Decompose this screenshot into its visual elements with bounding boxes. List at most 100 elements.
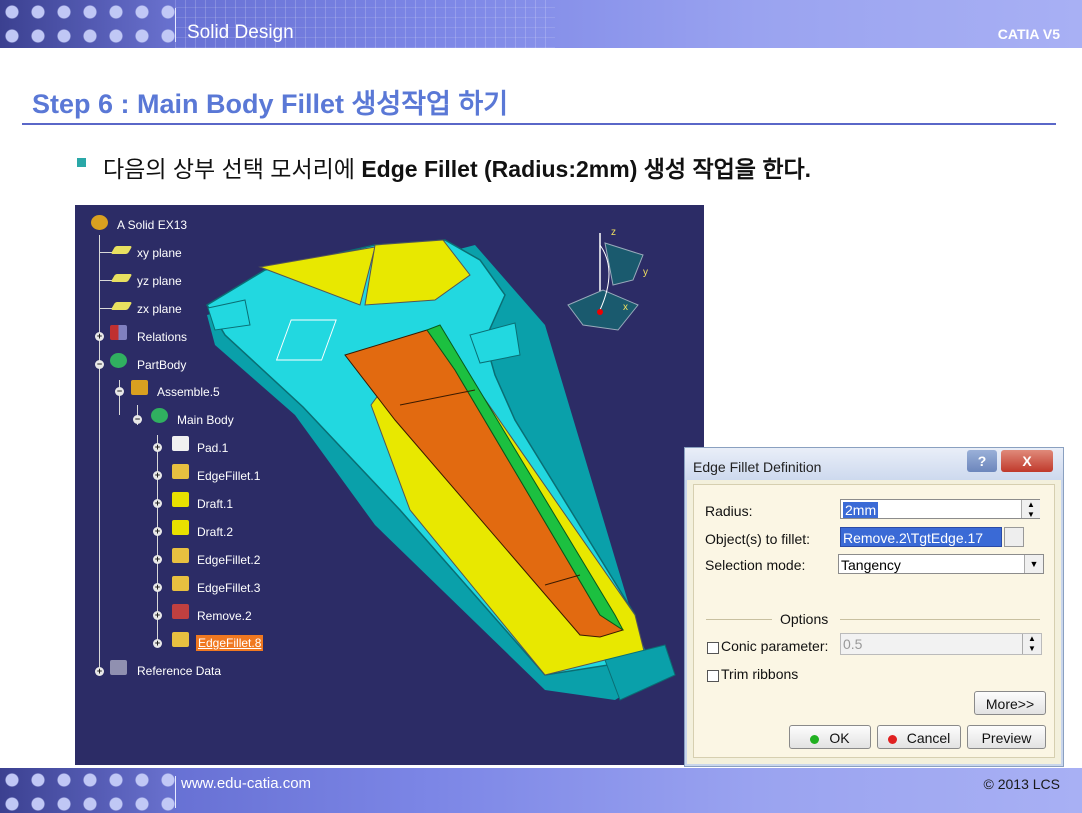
object-list-icon[interactable] [1004, 527, 1024, 547]
plane-icon [110, 302, 133, 310]
footer-band: www.edu-catia.com © 2013 LCS [0, 768, 1082, 813]
more-button[interactable]: More>> [974, 691, 1046, 715]
bullet-marker [77, 158, 86, 167]
title-rule [22, 123, 1056, 125]
radius-value: 2mm [843, 502, 879, 518]
dialog-title: Edge Fillet Definition [693, 459, 822, 475]
tree-item-pad[interactable]: Pad.1 [197, 440, 228, 456]
collapse-icon[interactable]: − [133, 415, 142, 424]
bullet-text: 다음의 상부 선택 모서리에 Edge Fillet (Radius:2mm) … [103, 150, 811, 184]
gear-icon [110, 353, 127, 368]
expand-icon[interactable]: + [153, 611, 162, 620]
header-product: CATIA V5 [997, 26, 1060, 42]
tree-item-edgefillet-1[interactable]: EdgeFillet.1 [197, 468, 260, 484]
collapse-icon[interactable]: − [115, 387, 124, 396]
expand-icon[interactable]: + [153, 583, 162, 592]
edge-fillet-dialog[interactable]: Edge Fillet Definition ? X Radius: 2mm ▲… [684, 447, 1064, 767]
compass-icon[interactable]: z y x [563, 225, 653, 345]
fillet-icon [172, 576, 189, 591]
footer-site: www.edu-catia.com [181, 775, 312, 792]
expand-icon[interactable]: + [153, 555, 162, 564]
ok-label: OK [829, 730, 850, 746]
radius-field[interactable]: 2mm [840, 499, 1040, 519]
compass-z-label: z [611, 227, 616, 238]
cancel-button[interactable]: Cancel [877, 725, 961, 749]
tree-root-label[interactable]: A Solid EX13 [117, 217, 187, 233]
expand-icon[interactable]: + [153, 639, 162, 648]
cancel-label: Cancel [906, 730, 951, 746]
draft-icon [172, 492, 189, 507]
trim-ribbons-checkbox[interactable] [707, 670, 719, 682]
footer-divider [175, 776, 176, 808]
footer-copyright: © 2013 LCS [983, 776, 1060, 792]
header-divider [175, 8, 176, 42]
tree-item-partbody[interactable]: PartBody [137, 357, 186, 373]
collapse-icon[interactable]: − [95, 360, 104, 369]
compass-x-label: x [623, 302, 628, 313]
radius-label: Radius: [705, 503, 753, 519]
tree-item-main-body[interactable]: Main Body [177, 412, 234, 428]
assemble-icon [131, 380, 148, 395]
catia-viewport[interactable]: z y x A Solid EX13 xy plane yz plane zx … [75, 205, 704, 765]
footer-pattern [0, 768, 175, 813]
compass-origin [597, 309, 603, 315]
relations-icon [110, 325, 127, 340]
chevron-down-icon[interactable]: ▼ [1024, 555, 1043, 573]
options-label: Options [780, 611, 829, 627]
ok-button[interactable]: OK [789, 725, 871, 749]
fillet-icon [172, 464, 189, 479]
objects-field[interactable]: Remove.2\TgtEdge.17 [840, 527, 1002, 547]
tree-item-edgefillet-2[interactable]: EdgeFillet.2 [197, 552, 260, 568]
ok-icon [810, 734, 820, 744]
header-pattern [0, 0, 175, 48]
tree-trunk [99, 235, 100, 675]
close-button[interactable]: X [1001, 450, 1053, 472]
options-rule-left [706, 619, 772, 620]
selection-mode-select[interactable]: Tangency [838, 554, 1044, 574]
options-rule-right [840, 619, 1040, 620]
header-title: Solid Design [187, 22, 294, 43]
bullet-text-pre: 다음의 상부 선택 모서리에 [103, 156, 362, 182]
radius-stepper[interactable]: ▲ ▼ [1021, 500, 1040, 519]
expand-icon[interactable]: + [153, 527, 162, 536]
spec-tree: A Solid EX13 xy plane yz plane zx plane … [75, 205, 315, 765]
expand-icon[interactable]: + [95, 667, 104, 676]
dialog-body: Radius: 2mm ▲ ▼ Object(s) to fillet: Remo… [693, 484, 1055, 758]
draft-icon [172, 520, 189, 535]
plane-icon [110, 246, 133, 254]
conic-field: 0.5 [840, 633, 1042, 655]
selection-mode-label: Selection mode: [705, 557, 806, 573]
tree-item-relations[interactable]: Relations [137, 329, 187, 345]
expand-icon[interactable]: + [153, 471, 162, 480]
tree-item-reference-data[interactable]: Reference Data [137, 663, 221, 679]
tree-item-assemble[interactable]: Assemble.5 [157, 384, 220, 400]
tree-item-remove-2[interactable]: Remove.2 [197, 608, 252, 624]
expand-icon[interactable]: + [153, 443, 162, 452]
tree-item-draft-1[interactable]: Draft.1 [197, 496, 233, 512]
fillet-icon [172, 548, 189, 563]
dialog-titlebar[interactable]: Edge Fillet Definition ? X [685, 448, 1063, 480]
tree-item-edgefillet-8-selected[interactable]: EdgeFillet.8 [196, 635, 264, 651]
fillet-icon [172, 632, 189, 647]
conic-checkbox[interactable] [707, 642, 719, 654]
gear-icon [91, 215, 108, 230]
tree-item-zx-plane[interactable]: zx plane [137, 301, 182, 317]
gear-icon [151, 408, 168, 423]
conic-label: Conic parameter: [721, 638, 829, 654]
plane-icon [110, 274, 133, 282]
tree-item-draft-2[interactable]: Draft.2 [197, 524, 233, 540]
bullet-text-post: 생성 작업을 한다. [637, 156, 812, 182]
tree-item-yz-plane[interactable]: yz plane [137, 273, 182, 289]
expand-icon[interactable]: + [153, 499, 162, 508]
objects-label: Object(s) to fillet: [705, 531, 811, 547]
pad-icon [172, 436, 189, 451]
reference-icon [110, 660, 127, 675]
tree-item-edgefillet-3[interactable]: EdgeFillet.3 [197, 580, 260, 596]
remove-icon [172, 604, 189, 619]
cancel-icon [887, 734, 897, 744]
preview-button[interactable]: Preview [967, 725, 1046, 749]
tree-item-xy-plane[interactable]: xy plane [137, 245, 182, 261]
expand-icon[interactable]: + [95, 332, 104, 341]
header-band: Solid Design CATIA V5 [0, 0, 1082, 48]
help-button[interactable]: ? [967, 450, 997, 472]
